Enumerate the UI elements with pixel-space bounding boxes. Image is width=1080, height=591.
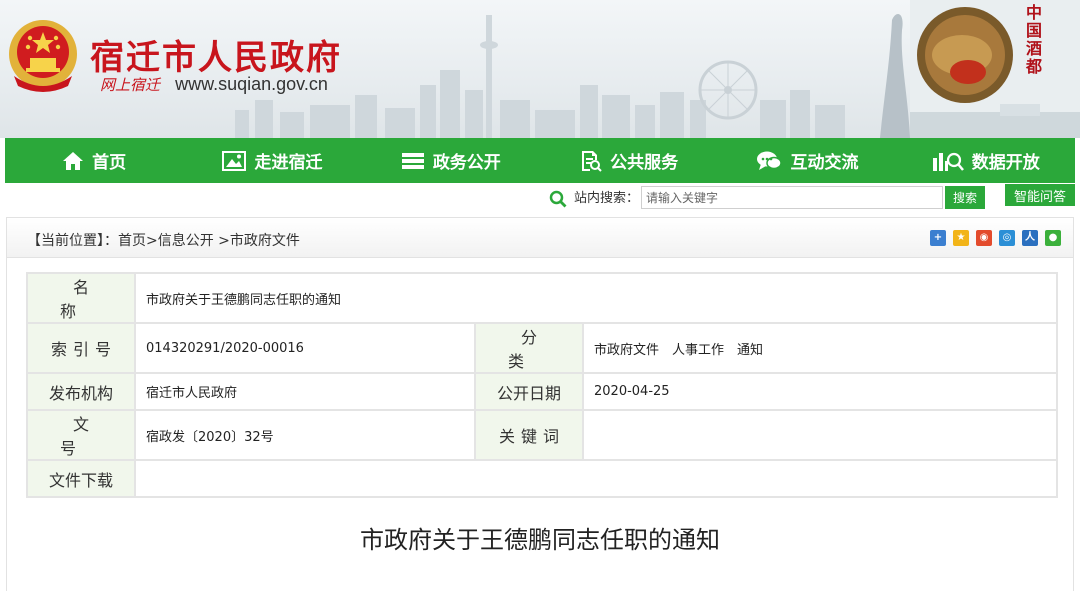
date-value: 2020-04-25 bbox=[581, 372, 1059, 411]
download-value[interactable] bbox=[133, 459, 1059, 498]
table-row: 发布机构 宿迁市人民政府 公开日期 2020-04-25 bbox=[26, 372, 1059, 411]
site-title[interactable]: 宿迁市人民政府 bbox=[90, 30, 342, 79]
search-icon bbox=[549, 190, 567, 208]
qzone-icon[interactable]: ★ bbox=[953, 230, 969, 246]
index-label: 索引号 bbox=[26, 322, 136, 374]
table-row: 文件下载 bbox=[26, 459, 1059, 498]
search-label: 站内搜索： bbox=[574, 191, 640, 206]
chat-icon bbox=[757, 151, 783, 170]
category-label: 分类 bbox=[474, 322, 584, 374]
wechat-icon[interactable]: ● bbox=[1045, 230, 1061, 246]
tencent-weibo-icon[interactable]: ◎ bbox=[999, 230, 1015, 246]
breadcrumb-bar: 【当前位置】：首页>信息公开 >市政府文件 + ★ ◉ ◎ 人 ● bbox=[7, 218, 1073, 258]
table-row: 索引号 014320291/2020-00016 分类 市政府文件 人事工作 通… bbox=[26, 322, 1059, 374]
nav-item-label: 数据开放 bbox=[971, 153, 1040, 173]
share-toolbar: + ★ ◉ ◎ 人 ● bbox=[923, 230, 1061, 246]
nav-item-open-data[interactable]: 数据开放 bbox=[897, 138, 1075, 183]
keyword-label: 关键词 bbox=[474, 409, 584, 461]
nav-item-gov-affairs[interactable]: 政务公开 bbox=[362, 138, 540, 183]
nav-item-label: 政务公开 bbox=[432, 153, 501, 173]
document-title: 市政府关于王德鹏同志任职的通知 bbox=[360, 526, 720, 554]
docno-label: 文号 bbox=[26, 409, 136, 461]
site-brand: 网上宿迁 bbox=[100, 76, 161, 94]
search-button[interactable]: 搜索 bbox=[945, 186, 985, 209]
keyword-value bbox=[581, 409, 1059, 461]
search-bar: 站内搜索： 搜索 智能问答 bbox=[0, 184, 1080, 212]
weibo-icon[interactable]: ◉ bbox=[976, 230, 992, 246]
document-info-table: 名称 市政府关于王德鹏同志任职的通知 索引号 014320291/2020-00… bbox=[26, 272, 1059, 498]
nav-item-label: 走进宿迁 bbox=[254, 153, 323, 173]
national-emblem-icon bbox=[9, 20, 77, 92]
side-slogan: 中国酒都 bbox=[1025, 3, 1042, 76]
nav-item-label: 首页 bbox=[92, 153, 127, 173]
table-row: 名称 市政府关于王德鹏同志任职的通知 bbox=[26, 272, 1059, 324]
publisher-value: 宿迁市人民政府 bbox=[134, 372, 476, 411]
renren-icon[interactable]: 人 bbox=[1022, 230, 1038, 246]
nav-item-about[interactable]: 走进宿迁 bbox=[183, 138, 361, 183]
nav-item-label: 互动交流 bbox=[790, 153, 859, 173]
smart-qa-button[interactable]: 智能问答 bbox=[1005, 184, 1075, 206]
name-value: 市政府关于王德鹏同志任职的通知 bbox=[133, 272, 1059, 324]
home-icon bbox=[63, 151, 84, 170]
table-row: 文号 宿政发〔2020〕32号 关键词 bbox=[26, 409, 1059, 461]
document-search-icon bbox=[582, 150, 602, 172]
chart-search-icon bbox=[932, 152, 964, 171]
content-panel: 【当前位置】：首页>信息公开 >市政府文件 + ★ ◉ ◎ 人 ● 名称 市政府… bbox=[6, 217, 1074, 591]
date-label: 公开日期 bbox=[474, 372, 584, 411]
nav-item-home[interactable]: 首页 bbox=[5, 138, 183, 183]
nav-item-public-service[interactable]: 公共服务 bbox=[540, 138, 718, 183]
main-nav: 首页 走进宿迁 政务公开 公共服务 互动交流 数据开放 bbox=[5, 138, 1075, 183]
docno-value: 宿政发〔2020〕32号 bbox=[134, 409, 476, 461]
city-landmark-photo bbox=[880, 0, 1080, 138]
publisher-label: 发布机构 bbox=[26, 372, 136, 411]
breadcrumb[interactable]: 【当前位置】：首页>信息公开 >市政府文件 bbox=[27, 230, 300, 250]
site-subtitle: 网上宿迁 www.suqian.gov.cn bbox=[100, 74, 328, 95]
stack-icon bbox=[401, 152, 424, 169]
nav-item-label: 公共服务 bbox=[610, 153, 679, 173]
nav-item-interaction[interactable]: 互动交流 bbox=[718, 138, 896, 183]
name-label: 名称 bbox=[26, 272, 136, 324]
category-value: 市政府文件 人事工作 通知 bbox=[581, 322, 1059, 374]
plus-share-icon[interactable]: + bbox=[930, 230, 946, 246]
download-label: 文件下载 bbox=[26, 459, 136, 498]
picture-icon bbox=[222, 150, 247, 171]
index-value: 014320291/2020-00016 bbox=[134, 322, 476, 374]
site-url: www.suqian.gov.cn bbox=[175, 74, 328, 94]
search-input[interactable] bbox=[641, 186, 943, 209]
header-banner: 宿迁市人民政府 网上宿迁 www.suqian.gov.cn 中国酒都 bbox=[0, 0, 1080, 138]
